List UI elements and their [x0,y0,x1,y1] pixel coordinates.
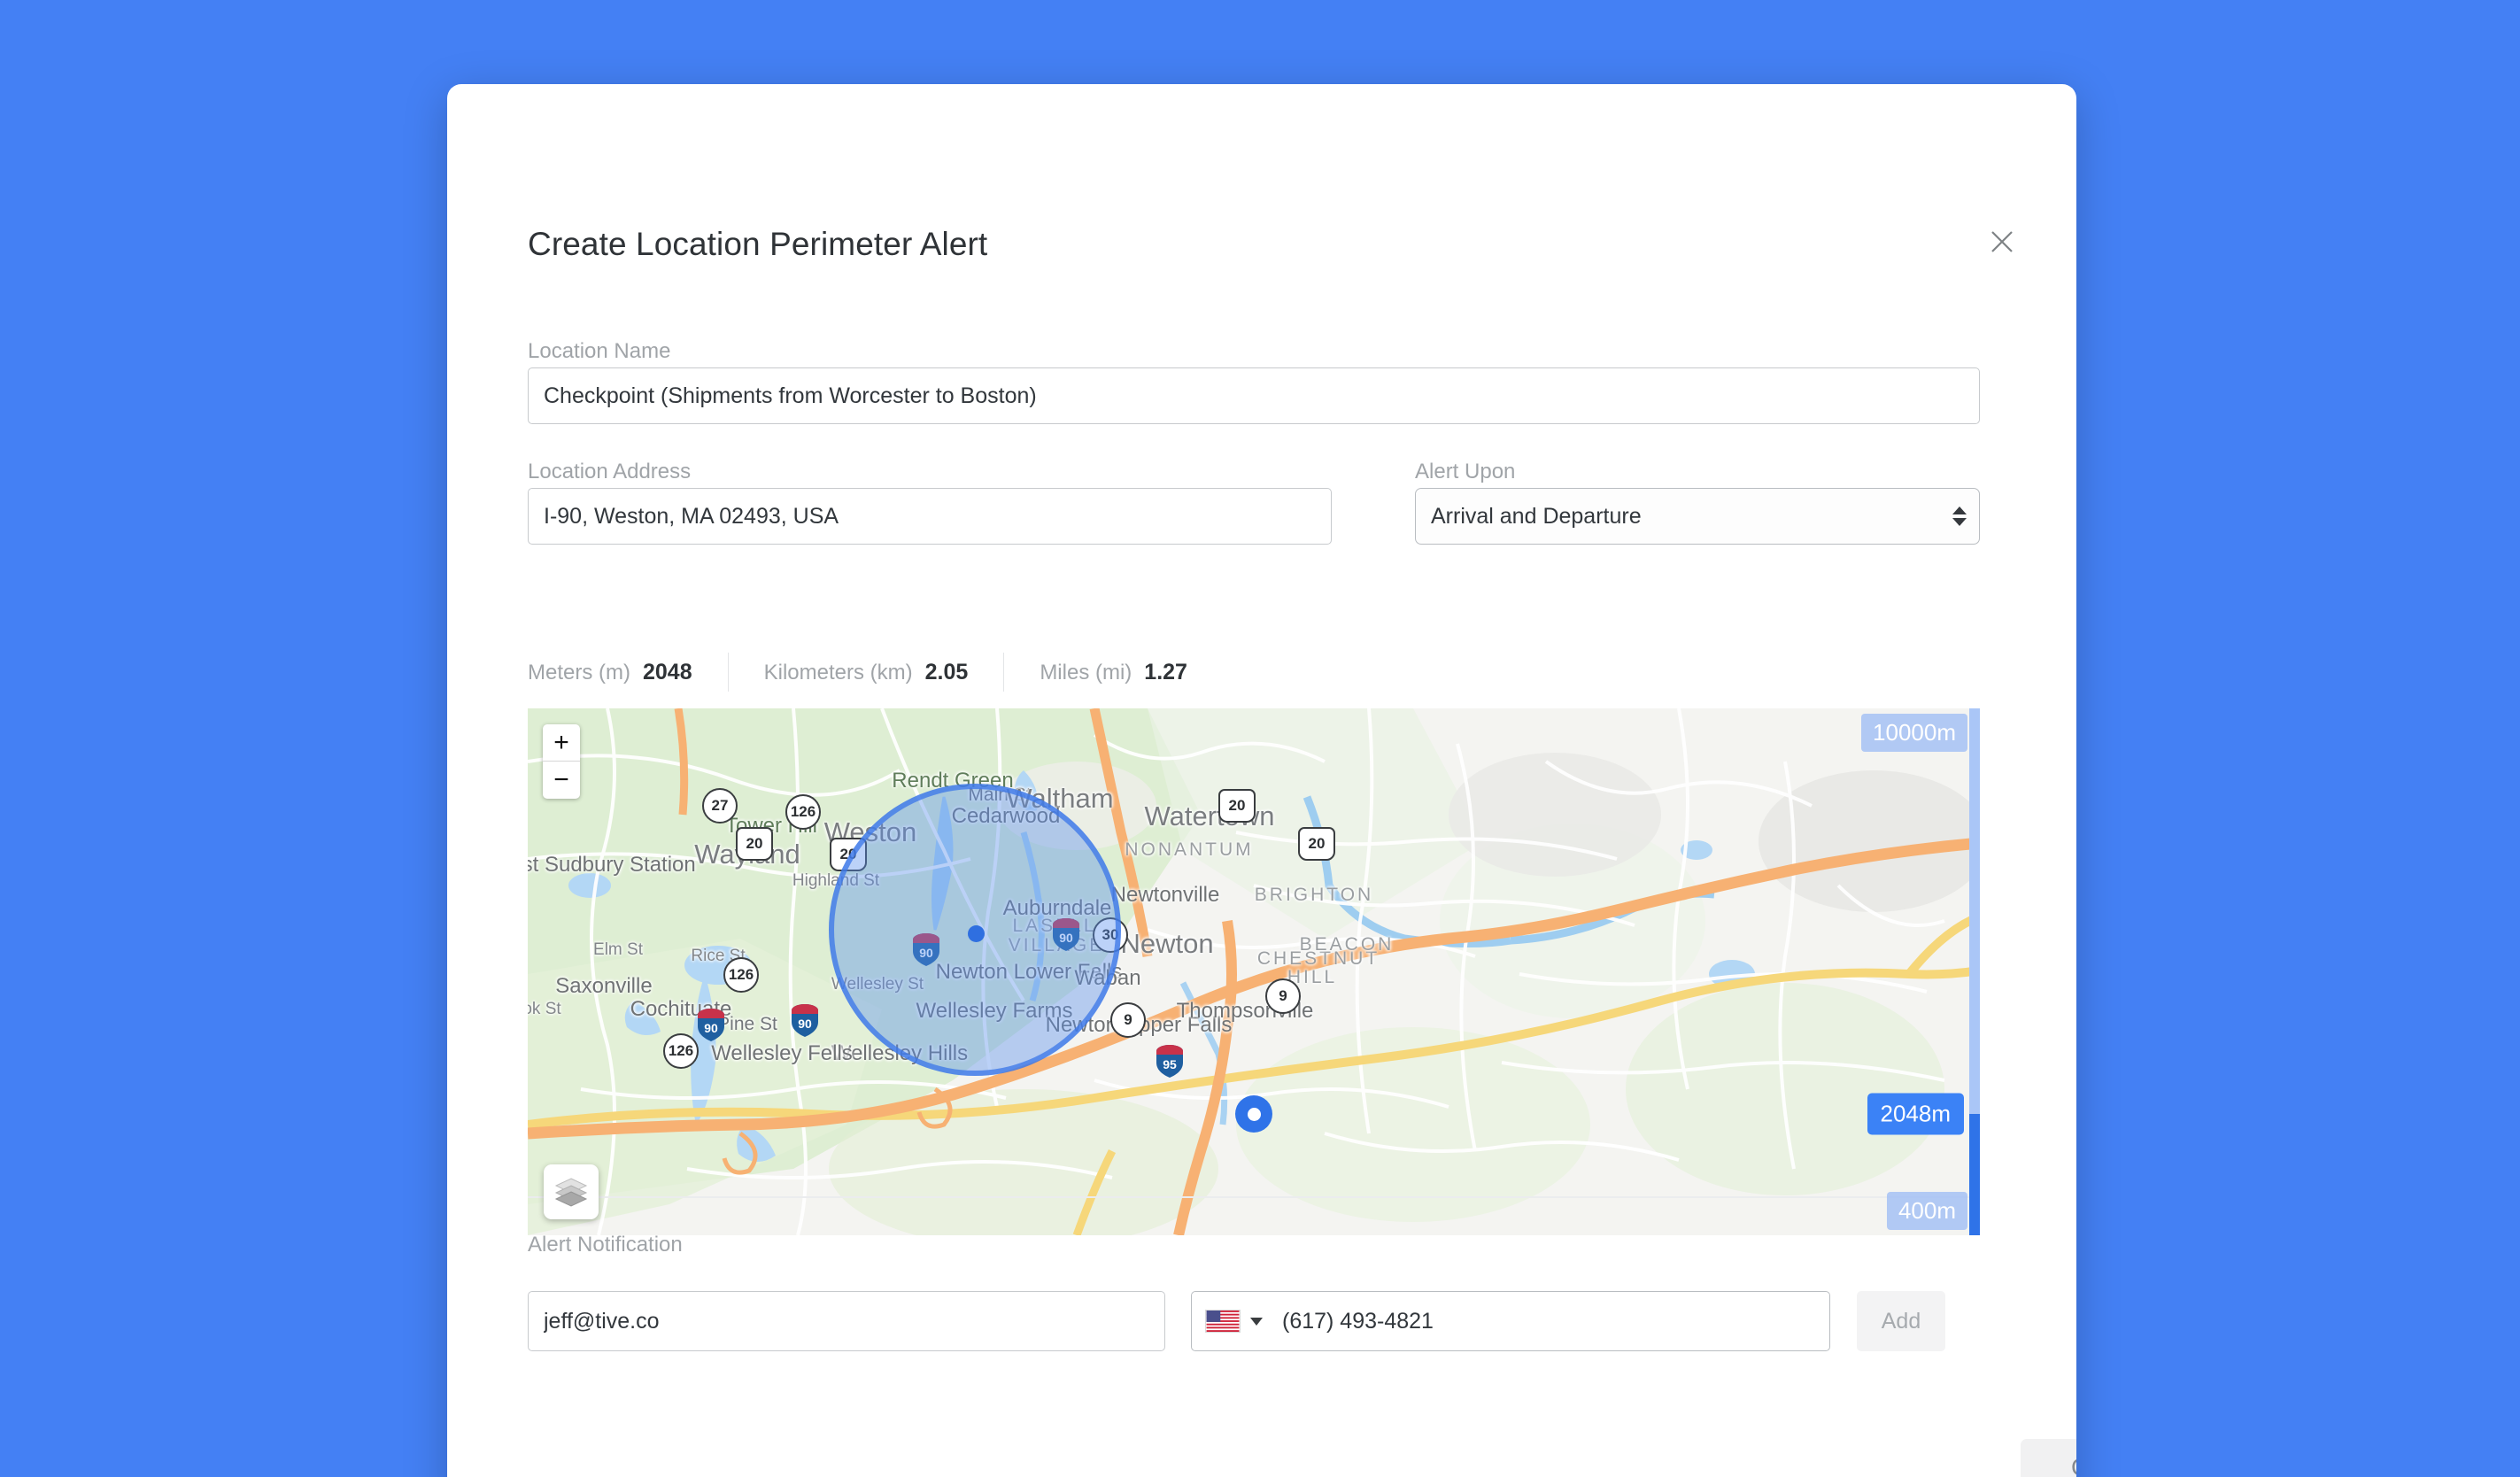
notification-phone-field[interactable] [1191,1291,1830,1351]
radius-current-value: 2048m [1867,1093,1964,1135]
metric-meters-label: Meters (m) [528,660,630,684]
alert-upon-label: Alert Upon [1415,460,1516,483]
metric-kilometers-value: 2.05 [924,659,969,684]
page-title: Create Location Perimeter Alert [528,226,988,262]
metric-kilometers: Kilometers (km) 2.05 [764,660,969,685]
metric-kilometers-label: Kilometers (km) [763,660,913,684]
alert-notification-label: Alert Notification [528,1233,683,1257]
metric-meters: Meters (m) 2048 [528,660,692,685]
close-button[interactable] [1983,222,2021,261]
metric-miles-label: Miles (mi) [1040,660,1132,684]
country-dropdown-caret-icon[interactable] [1250,1317,1263,1326]
add-notification-button[interactable]: Add [1857,1291,1945,1351]
location-map[interactable]: + − WaylandTower HillWestonEast Sudbury … [528,708,1980,1235]
map-layers-button[interactable] [544,1164,599,1219]
metric-divider [1003,653,1005,692]
location-address-input[interactable] [528,488,1332,545]
metric-miles: Miles (mi) 1.27 [1040,660,1187,685]
metric-miles-value: 1.27 [1144,659,1187,684]
us-flag-icon[interactable] [1205,1310,1241,1333]
radius-min-label: 400m [1886,1192,1967,1230]
radius-slider-handle[interactable] [1235,1095,1272,1133]
location-name-input[interactable] [528,367,1980,424]
radius-metrics: Meters (m) 2048 Kilometers (km) 2.05 Mil… [528,653,1187,692]
radius-slider-fill [1969,1114,1980,1235]
cancel-button[interactable]: Cancel [2021,1439,2076,1477]
geofence-center-marker [968,925,985,942]
alert-upon-select[interactable]: Arrival and DepartureArrivalDeparture [1415,488,1980,545]
metric-divider [727,653,729,692]
section-divider [528,1196,1980,1198]
radius-slider[interactable] [1969,708,1980,1235]
alert-upon-select-wrapper: Arrival and DepartureArrivalDeparture [1415,488,1980,545]
location-address-label: Location Address [528,460,692,483]
zoom-in-button[interactable]: + [543,724,580,762]
notification-email-input[interactable] [528,1291,1165,1351]
map-zoom-control[interactable]: + − [543,724,580,799]
layers-icon [554,1178,588,1207]
zoom-out-button[interactable]: − [543,762,580,799]
map-tiles [528,708,1980,1235]
close-icon [1991,231,2013,252]
radius-max-label: 10000m [1861,714,1967,752]
metric-meters-value: 2048 [643,659,692,684]
create-location-perimeter-alert-modal: Create Location Perimeter Alert Location… [447,84,2076,1477]
location-name-label: Location Name [528,339,671,363]
notification-phone-input[interactable] [1282,1308,1829,1334]
